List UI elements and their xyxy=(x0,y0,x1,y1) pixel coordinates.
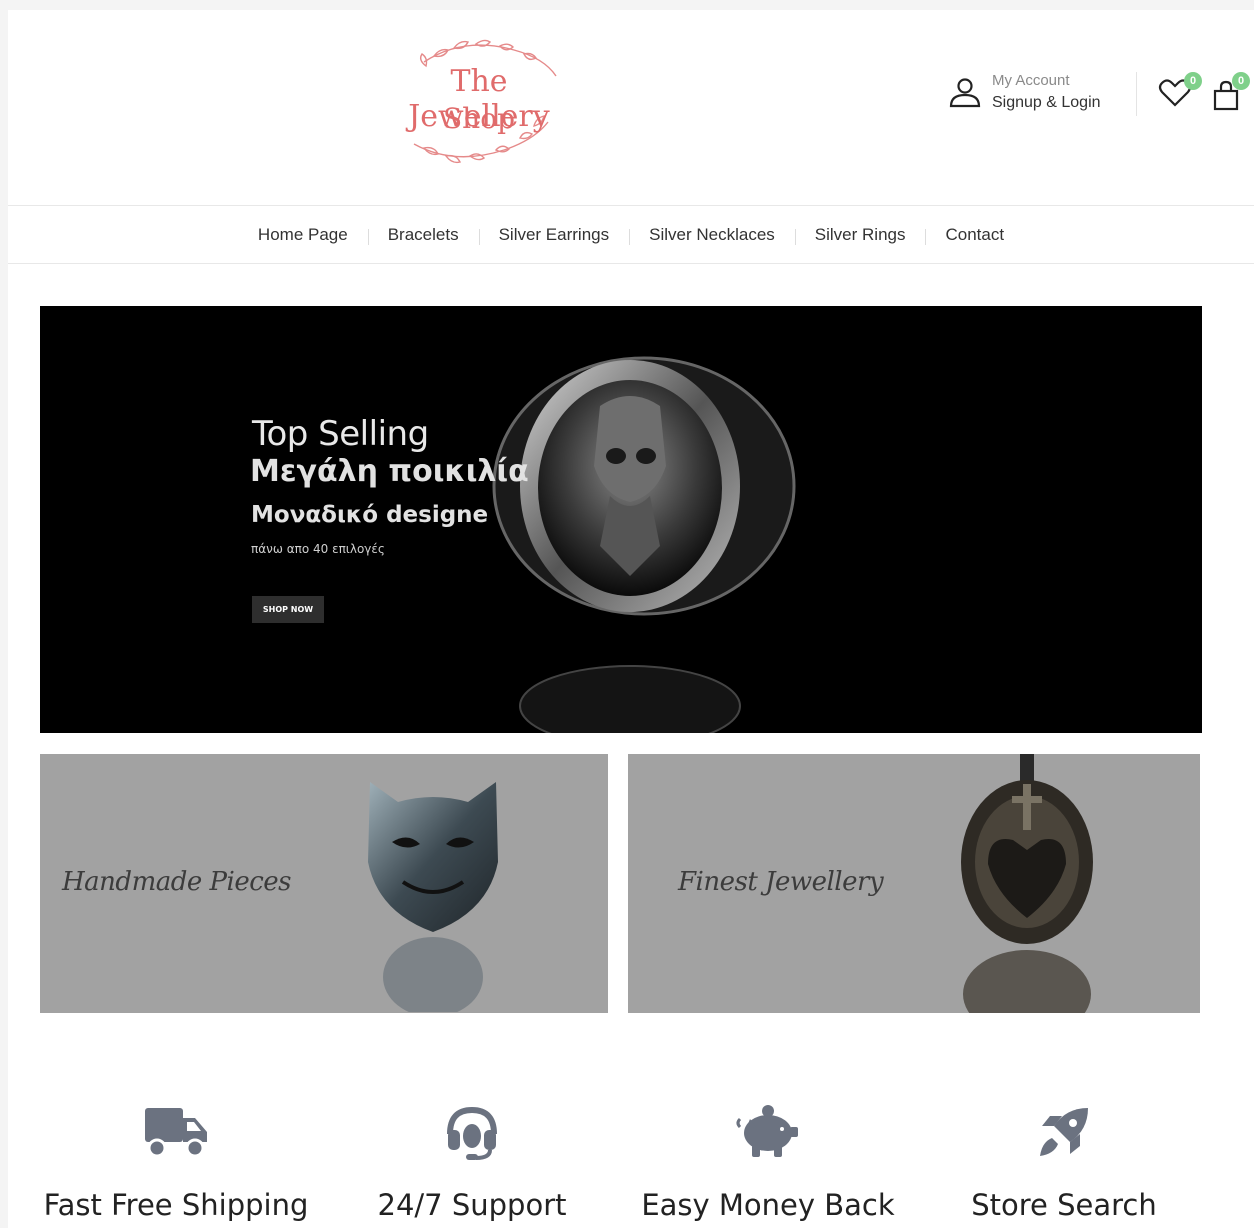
sacred-heart-pendant-image xyxy=(961,754,1093,1013)
feature-shipping: Fast Free Shipping xyxy=(26,1102,326,1222)
nav-item-home[interactable]: Home Page xyxy=(238,225,368,245)
truck-icon xyxy=(145,1108,207,1158)
nav-item-silver-necklaces[interactable]: Silver Necklaces xyxy=(629,225,795,245)
hero-tagline: Μοναδικό designe xyxy=(251,502,489,528)
feature-shipping-title: Fast Free Shipping xyxy=(43,1188,309,1222)
header-divider xyxy=(1136,72,1137,116)
promo-finest[interactable]: Finest Jewellery xyxy=(628,754,1200,1013)
cart-button[interactable]: 0 xyxy=(1212,72,1250,112)
feature-store-search: Store Search xyxy=(914,1102,1214,1222)
mask-ring-image xyxy=(368,782,498,1012)
promo-handmade[interactable]: Handmade Pieces xyxy=(40,754,608,1013)
logo-text-line2: Shop xyxy=(443,102,515,135)
feature-support: 24/7 Support xyxy=(322,1102,622,1222)
page: The Jewellery Shop My Account Signup & L… xyxy=(8,10,1254,1228)
hero-title: Top Selling xyxy=(252,414,429,454)
nav-item-silver-earrings[interactable]: Silver Earrings xyxy=(478,225,630,245)
nav-item-contact[interactable]: Contact xyxy=(925,225,1024,245)
promo-finest-label: Finest Jewellery xyxy=(678,867,884,897)
skull-ring-image xyxy=(492,356,796,733)
cart-count-badge: 0 xyxy=(1232,72,1250,90)
wishlist-button[interactable]: 0 xyxy=(1158,72,1202,108)
hero-caption: πάνω απο 40 επιλογές xyxy=(251,542,385,556)
shop-now-button[interactable]: SHOP NOW xyxy=(252,596,324,623)
piggy-bank-icon xyxy=(736,1105,798,1157)
hero-banner: Top Selling Μεγάλη ποικιλία Μοναδικό des… xyxy=(40,306,1202,733)
feature-support-title: 24/7 Support xyxy=(377,1188,567,1222)
site-header: The Jewellery Shop My Account Signup & L… xyxy=(8,10,1254,206)
feature-store-search-title: Store Search xyxy=(971,1188,1157,1222)
signup-login-label: Signup & Login xyxy=(992,94,1101,111)
main-nav: Home Page Bracelets Silver Earrings Silv… xyxy=(8,206,1254,264)
nav-item-silver-rings[interactable]: Silver Rings xyxy=(794,225,926,245)
feature-money-back-title: Easy Money Back xyxy=(641,1188,895,1222)
rocket-icon xyxy=(1040,1108,1088,1156)
hero-subtitle: Μεγάλη ποικιλία xyxy=(250,454,529,489)
feature-money-back: Easy Money Back xyxy=(618,1102,918,1222)
wishlist-count-badge: 0 xyxy=(1184,72,1202,90)
my-account-label: My Account xyxy=(992,72,1070,89)
account-link[interactable]: My Account Signup & Login xyxy=(948,70,1101,114)
user-icon xyxy=(949,78,981,108)
logo[interactable]: The Jewellery Shop xyxy=(384,26,574,168)
promo-handmade-label: Handmade Pieces xyxy=(62,867,292,897)
nav-item-bracelets[interactable]: Bracelets xyxy=(367,225,479,245)
headset-icon xyxy=(447,1106,497,1160)
